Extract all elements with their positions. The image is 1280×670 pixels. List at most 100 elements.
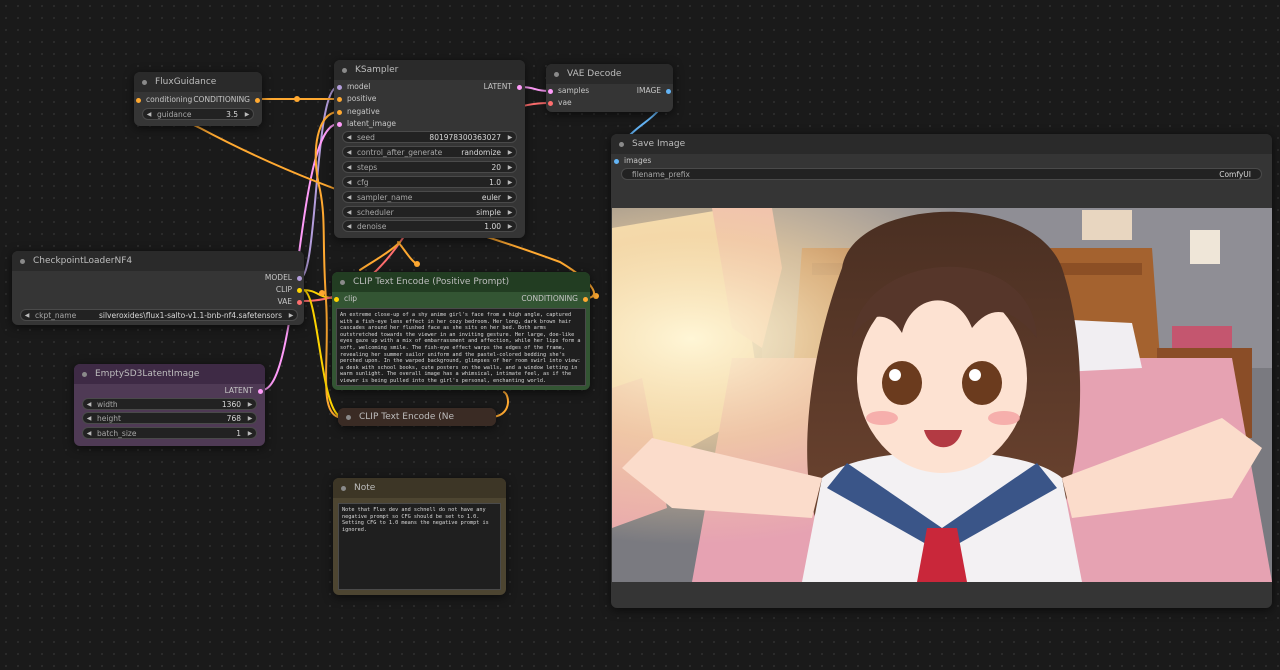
- save-image-header[interactable]: Save Image: [611, 134, 1272, 154]
- input-negative[interactable]: negative: [337, 107, 380, 117]
- decrement-icon[interactable]: ◀: [343, 149, 355, 156]
- increment-icon[interactable]: ▶: [244, 415, 256, 422]
- collapse-dot-icon[interactable]: [142, 79, 147, 85]
- output-port-icon[interactable]: [297, 299, 302, 305]
- increment-icon[interactable]: ▶: [285, 312, 297, 319]
- clip-positive-header[interactable]: CLIP Text Encode (Positive Prompt): [332, 272, 590, 292]
- increment-icon[interactable]: ▶: [504, 164, 516, 171]
- ckpt-name-widget[interactable]: ◀ ckpt_name silveroxides\flux1-salto-v1.…: [20, 309, 298, 321]
- output-port-icon[interactable]: [258, 388, 263, 394]
- input-clip[interactable]: clip: [334, 294, 357, 304]
- scheduler-widget[interactable]: ◀ scheduler simple ▶: [342, 206, 517, 218]
- collapse-dot-icon[interactable]: [346, 414, 351, 420]
- input-port-icon[interactable]: [337, 96, 342, 102]
- guidance-widget[interactable]: ◀ guidance 3.5 ▶: [142, 108, 254, 120]
- clip-positive-node[interactable]: CLIP Text Encode (Positive Prompt) clip …: [332, 272, 590, 390]
- cfg-widget[interactable]: ◀ cfg 1.0 ▶: [342, 176, 517, 188]
- decrement-icon[interactable]: ◀: [343, 223, 355, 230]
- increment-icon[interactable]: ▶: [241, 111, 253, 118]
- prompt-textarea[interactable]: An extreme close-up of a shy anime girl'…: [336, 308, 586, 386]
- input-latent-image[interactable]: latent_image: [337, 119, 396, 129]
- increment-icon[interactable]: ▶: [504, 223, 516, 230]
- output-port-icon[interactable]: [297, 287, 302, 293]
- collapse-dot-icon[interactable]: [341, 485, 346, 491]
- vae-decode-header[interactable]: VAE Decode: [546, 64, 673, 84]
- ksampler-header[interactable]: KSampler: [334, 60, 525, 80]
- input-port-icon[interactable]: [614, 158, 619, 164]
- collapse-dot-icon[interactable]: [20, 258, 25, 264]
- collapse-dot-icon[interactable]: [340, 279, 345, 285]
- width-widget[interactable]: ◀ width 1360 ▶: [82, 398, 257, 410]
- collapse-dot-icon[interactable]: [82, 371, 87, 377]
- flux-guidance-header[interactable]: FluxGuidance: [134, 72, 262, 92]
- clip-negative-node[interactable]: CLIP Text Encode (Ne: [338, 408, 496, 426]
- input-port-icon[interactable]: [136, 97, 141, 103]
- decrement-icon[interactable]: ◀: [343, 134, 355, 141]
- increment-icon[interactable]: ▶: [504, 179, 516, 186]
- collapse-dot-icon[interactable]: [619, 141, 624, 147]
- decrement-icon[interactable]: ◀: [343, 209, 355, 216]
- output-conditioning[interactable]: CONDITIONING: [521, 294, 588, 304]
- input-port-icon[interactable]: [337, 84, 342, 90]
- denoise-widget[interactable]: ◀ denoise 1.00 ▶: [342, 220, 517, 232]
- note-textarea[interactable]: Note that Flux dev and schnell do not ha…: [338, 503, 501, 590]
- height-widget[interactable]: ◀ height 768 ▶: [82, 412, 257, 424]
- checkpoint-loader-node[interactable]: CheckpointLoaderNF4 MODEL CLIP VAE ◀ ckp…: [12, 251, 304, 325]
- output-model[interactable]: MODEL: [265, 273, 302, 283]
- input-port-icon[interactable]: [337, 121, 342, 127]
- input-port-icon[interactable]: [548, 88, 553, 94]
- ksampler-node[interactable]: KSampler model positive negative latent_…: [334, 60, 525, 238]
- input-samples[interactable]: samples: [548, 86, 589, 96]
- vae-decode-node[interactable]: VAE Decode samples vae IMAGE: [546, 64, 673, 112]
- decrement-icon[interactable]: ◀: [343, 164, 355, 171]
- increment-icon[interactable]: ▶: [244, 401, 256, 408]
- input-positive[interactable]: positive: [337, 94, 376, 104]
- output-clip[interactable]: CLIP: [276, 285, 302, 295]
- increment-icon[interactable]: ▶: [244, 430, 256, 437]
- decrement-icon[interactable]: ◀: [83, 430, 95, 437]
- increment-icon[interactable]: ▶: [504, 209, 516, 216]
- flux-guidance-node[interactable]: FluxGuidance conditioning CONDITIONING ◀…: [134, 72, 262, 126]
- input-port-icon[interactable]: [337, 109, 342, 115]
- increment-icon[interactable]: ▶: [504, 194, 516, 201]
- output-port-icon[interactable]: [255, 97, 260, 103]
- empty-latent-header[interactable]: EmptySD3LatentImage: [74, 364, 265, 384]
- input-port-icon[interactable]: [334, 296, 339, 302]
- control-after-generate-widget[interactable]: ◀ control_after_generate randomize ▶: [342, 146, 517, 158]
- output-conditioning[interactable]: CONDITIONING: [193, 95, 260, 105]
- empty-latent-node[interactable]: EmptySD3LatentImage LATENT ◀ width 1360 …: [74, 364, 265, 446]
- batch-size-widget[interactable]: ◀ batch_size 1 ▶: [82, 427, 257, 439]
- increment-icon[interactable]: ▶: [504, 134, 516, 141]
- decrement-icon[interactable]: ◀: [83, 401, 95, 408]
- input-images[interactable]: images: [614, 156, 651, 166]
- note-node[interactable]: Note Note that Flux dev and schnell do n…: [333, 478, 506, 595]
- steps-widget[interactable]: ◀ steps 20 ▶: [342, 161, 517, 173]
- output-vae[interactable]: VAE: [277, 297, 302, 307]
- clip-negative-header[interactable]: CLIP Text Encode (Ne: [338, 408, 496, 426]
- seed-widget[interactable]: ◀ seed 801978300363027 ▶: [342, 131, 517, 143]
- output-port-icon[interactable]: [666, 88, 671, 94]
- decrement-icon[interactable]: ◀: [143, 111, 155, 118]
- output-port-icon[interactable]: [583, 296, 588, 302]
- output-port-icon[interactable]: [297, 275, 302, 281]
- sampler-name-widget[interactable]: ◀ sampler_name euler ▶: [342, 191, 517, 203]
- reroute-dot-3[interactable]: [319, 290, 325, 296]
- decrement-icon[interactable]: ◀: [21, 312, 33, 319]
- reroute-dot-2[interactable]: [414, 261, 420, 267]
- output-latent[interactable]: LATENT: [484, 82, 522, 92]
- decrement-icon[interactable]: ◀: [83, 415, 95, 422]
- collapse-dot-icon[interactable]: [554, 71, 559, 77]
- collapse-dot-icon[interactable]: [342, 67, 347, 73]
- generated-image-preview[interactable]: [612, 208, 1272, 582]
- reroute-dot[interactable]: [294, 96, 300, 102]
- input-model[interactable]: model: [337, 82, 370, 92]
- output-image[interactable]: IMAGE: [637, 86, 671, 96]
- decrement-icon[interactable]: ◀: [343, 179, 355, 186]
- filename-prefix-widget[interactable]: filename_prefix ComfyUI: [621, 168, 1262, 180]
- output-port-icon[interactable]: [517, 84, 522, 90]
- input-conditioning[interactable]: conditioning: [136, 95, 192, 105]
- input-port-icon[interactable]: [548, 100, 553, 106]
- input-vae[interactable]: vae: [548, 98, 572, 108]
- increment-icon[interactable]: ▶: [504, 149, 516, 156]
- decrement-icon[interactable]: ◀: [343, 194, 355, 201]
